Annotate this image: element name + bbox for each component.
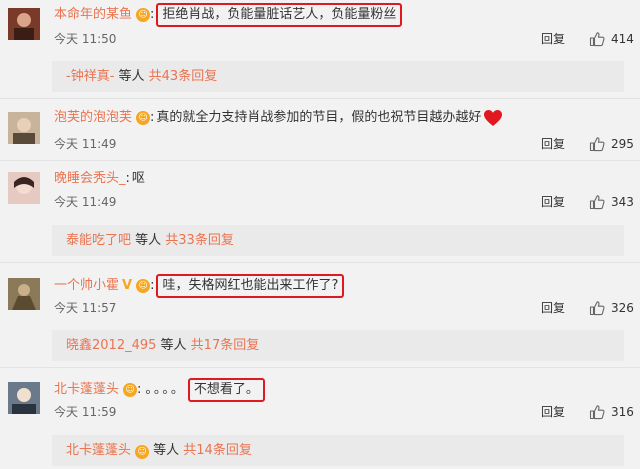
reply-button[interactable]: 回复	[541, 404, 565, 420]
comment-text: 不想看了。	[187, 378, 265, 402]
username[interactable]: 泡芙的泡泡芙	[54, 108, 132, 128]
sub-reply-total[interactable]: 共43条回复	[149, 69, 218, 84]
red-heart-icon	[484, 110, 503, 126]
sub-reply-middle: 等人	[114, 69, 149, 84]
sub-replies-box[interactable]: 晓鑫2012_495 等人 共17条回复	[52, 330, 624, 361]
sub-replies-box[interactable]: 泰能吃了吧 等人 共33条回复	[52, 225, 624, 256]
sub-reply-middle: 等人	[149, 443, 184, 458]
sub-replies-box[interactable]: -钟祥真- 等人 共43条回复	[52, 61, 624, 92]
sub-reply-total[interactable]: 共14条回复	[183, 443, 252, 458]
avatar[interactable]	[8, 8, 40, 40]
like-icon[interactable]	[589, 300, 605, 316]
avatar[interactable]	[8, 382, 40, 414]
comment-text: 拒绝肖战，负能量脏话艺人，负能量粉丝	[156, 3, 403, 27]
like-count: 326	[611, 301, 634, 315]
like-count: 414	[611, 32, 634, 46]
timestamp: 今天 11:57	[54, 301, 117, 315]
comment-line: 泡芙的泡泡芙 ☺ : 真的就全力支持肖战参加的节目，假的也祝节目越办越好	[54, 108, 503, 128]
timestamp: 今天 11:50	[54, 32, 117, 46]
username[interactable]: 北卡蓬蓬头	[54, 380, 119, 400]
emoji-badge-icon: ☺	[136, 111, 151, 125]
emoji-badge-icon: ☺	[123, 383, 138, 397]
timestamp: 今天 11:59	[54, 405, 117, 419]
sub-reply-user[interactable]: -钟祥真-	[66, 69, 114, 84]
comment-text: 呕	[131, 171, 145, 186]
timestamp: 今天 11:49	[54, 195, 117, 209]
reply-button[interactable]: 回复	[541, 194, 565, 210]
sub-reply-user[interactable]: 晓鑫2012_495	[66, 338, 156, 353]
username[interactable]: 晚睡会秃头_	[54, 169, 126, 189]
reply-button[interactable]: 回复	[541, 136, 565, 152]
colon: :	[150, 110, 155, 125]
username[interactable]: 一个帅小霍	[54, 276, 119, 296]
timestamp: 今天 11:49	[54, 137, 117, 151]
comment-line: 北卡蓬蓬头 ☺ : 。。。。 不想看了。	[54, 378, 265, 402]
sub-reply-middle: 等人	[156, 338, 191, 353]
divider	[0, 160, 640, 161]
like-count: 343	[611, 195, 634, 209]
emoji-badge-icon: ☺	[135, 445, 150, 459]
colon: :	[137, 382, 142, 397]
sub-reply-user[interactable]: 北卡蓬蓬头	[66, 443, 131, 458]
like-count: 295	[611, 137, 634, 151]
divider	[0, 262, 640, 263]
like-count: 316	[611, 405, 634, 419]
comment-line: 一个帅小霍 V ☺ : 哇，失格网红也能出来工作了?	[54, 274, 345, 298]
avatar[interactable]	[8, 278, 40, 310]
like-icon[interactable]	[589, 31, 605, 47]
sub-reply-user[interactable]: 泰能吃了吧	[66, 233, 131, 248]
comment-text: 哇，失格网红也能出来工作了?	[156, 274, 345, 298]
sub-reply-total[interactable]: 共17条回复	[191, 338, 260, 353]
username[interactable]: 本命年的某鱼	[54, 5, 132, 25]
sub-reply-middle: 等人	[131, 233, 166, 248]
comment-line: 晚睡会秃头_ : 呕	[54, 169, 145, 189]
avatar[interactable]	[8, 172, 40, 204]
v-badge-icon: V	[122, 278, 133, 293]
colon: :	[150, 278, 155, 293]
sub-replies-box[interactable]: 北卡蓬蓬头 ☺ 等人 共14条回复	[52, 435, 624, 466]
avatar[interactable]	[8, 112, 40, 144]
divider	[0, 367, 640, 368]
sub-reply-total[interactable]: 共33条回复	[165, 233, 234, 248]
like-icon[interactable]	[589, 404, 605, 420]
comment-text: 真的就全力支持肖战参加的节目，假的也祝节目越办越好	[156, 110, 482, 125]
emoji-badge-icon: ☺	[136, 8, 151, 22]
colon: :	[150, 7, 155, 22]
comment-line: 本命年的某鱼 ☺ : 拒绝肖战，负能量脏话艺人，负能量粉丝	[54, 3, 403, 27]
like-icon[interactable]	[589, 194, 605, 210]
divider	[0, 98, 640, 99]
reply-button[interactable]: 回复	[541, 300, 565, 316]
emoji-badge-icon: ☺	[136, 279, 151, 293]
like-icon[interactable]	[589, 136, 605, 152]
reply-button[interactable]: 回复	[541, 31, 565, 47]
comment-dots: 。。。。	[145, 382, 186, 397]
colon: :	[125, 171, 130, 186]
